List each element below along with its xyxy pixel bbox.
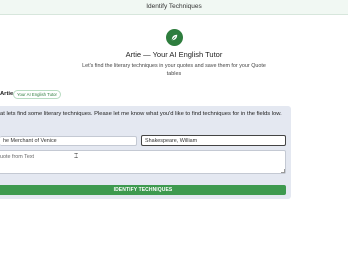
page-title: Identify Techniques [146,3,202,10]
tutor-title: Artie — Your AI English Tutor [125,50,223,59]
text-cursor-icon: ⌶ [74,153,79,160]
author-input[interactable] [141,135,286,146]
chat-author: Artie [0,91,14,97]
book-title-input[interactable] [0,136,137,146]
quote-textarea[interactable] [0,150,286,174]
resize-handle-icon[interactable] [281,169,285,173]
chat-message: at lets find some literary techniques. P… [0,111,282,117]
identify-techniques-button[interactable]: IDENTIFY TECHNIQUES [0,185,286,195]
leaf-icon [171,34,178,41]
tutor-badge: Your AI English Tutor [13,90,61,99]
tutor-subtitle: Let's find the literary techniques in yo… [82,63,266,77]
top-bar: Identify Techniques [0,0,348,15]
quote-placeholder: uote from Text [0,154,35,160]
logo [166,29,183,46]
